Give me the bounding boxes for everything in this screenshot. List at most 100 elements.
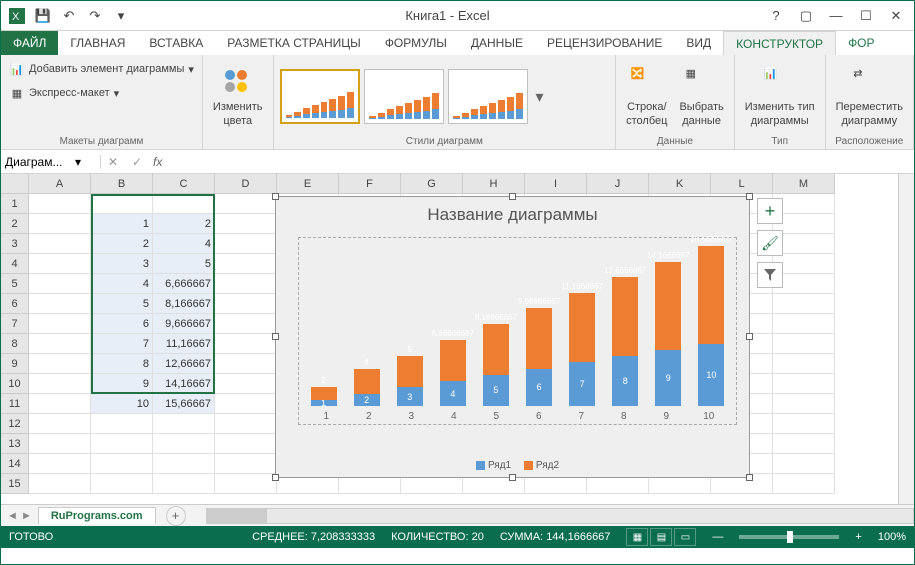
chart-elements-button[interactable]: +	[757, 198, 783, 224]
cell[interactable]	[29, 294, 91, 314]
column-header[interactable]: C	[153, 174, 215, 194]
cell[interactable]: 3	[91, 254, 153, 274]
cell[interactable]	[773, 394, 835, 414]
help-icon[interactable]: ?	[762, 5, 790, 27]
cell[interactable]	[215, 334, 277, 354]
cell[interactable]: 5	[91, 294, 153, 314]
select-data-button[interactable]: ▦Выбратьданные	[675, 65, 727, 129]
excel-icon[interactable]: X	[5, 5, 29, 27]
cell[interactable]: 4	[153, 234, 215, 254]
select-all-corner[interactable]	[1, 174, 29, 194]
cell[interactable]	[29, 314, 91, 334]
name-box-input[interactable]	[5, 155, 75, 169]
vertical-scrollbar[interactable]	[898, 174, 914, 504]
switch-row-col-button[interactable]: 🔀Строка/столбец	[622, 65, 671, 129]
cell[interactable]	[215, 314, 277, 334]
tab-review[interactable]: РЕЦЕНЗИРОВАНИЕ	[535, 31, 674, 55]
cell[interactable]	[29, 274, 91, 294]
row-header[interactable]: 5	[1, 274, 29, 294]
tab-view[interactable]: ВИД	[674, 31, 723, 55]
tab-file[interactable]: ФАЙЛ	[1, 31, 58, 55]
change-chart-type-button[interactable]: 📊Изменить типдиаграммы	[741, 65, 819, 129]
column-header[interactable]: B	[91, 174, 153, 194]
column-header[interactable]: G	[401, 174, 463, 194]
row-header[interactable]: 12	[1, 414, 29, 434]
cell[interactable]: 7	[91, 334, 153, 354]
cell[interactable]	[29, 394, 91, 414]
cell[interactable]	[215, 274, 277, 294]
row-header[interactable]: 14	[1, 454, 29, 474]
zoom-slider[interactable]	[739, 535, 839, 539]
cell[interactable]: 6	[91, 314, 153, 334]
row-header[interactable]: 8	[1, 334, 29, 354]
column-header[interactable]: E	[277, 174, 339, 194]
column-header[interactable]: F	[339, 174, 401, 194]
cell[interactable]	[215, 354, 277, 374]
tab-format[interactable]: ФОР	[836, 31, 886, 55]
cell[interactable]	[215, 394, 277, 414]
row-header[interactable]: 6	[1, 294, 29, 314]
zoom-in-button[interactable]: +	[855, 531, 861, 543]
resize-handle[interactable]	[272, 193, 279, 200]
row-header[interactable]: 13	[1, 434, 29, 454]
cell[interactable]	[29, 254, 91, 274]
cell[interactable]	[29, 214, 91, 234]
close-icon[interactable]: ✕	[882, 5, 910, 27]
cell[interactable]	[215, 194, 277, 214]
cell[interactable]	[773, 414, 835, 434]
add-sheet-button[interactable]: +	[166, 506, 186, 526]
row-header[interactable]: 4	[1, 254, 29, 274]
cell[interactable]	[29, 434, 91, 454]
cell[interactable]	[91, 194, 153, 214]
cell[interactable]	[91, 474, 153, 494]
cell[interactable]	[29, 194, 91, 214]
cell[interactable]	[215, 454, 277, 474]
row-header[interactable]: 2	[1, 214, 29, 234]
cell[interactable]	[773, 474, 835, 494]
normal-view-button[interactable]: ▦	[626, 528, 648, 546]
cell[interactable]	[215, 374, 277, 394]
cell[interactable]	[29, 334, 91, 354]
cell[interactable]: 2	[91, 234, 153, 254]
resize-handle[interactable]	[746, 193, 753, 200]
chart-style-thumb[interactable]	[448, 69, 528, 124]
minimize-icon[interactable]: —	[822, 5, 850, 27]
change-colors-button[interactable]: Изменить цвета	[209, 65, 267, 129]
resize-handle[interactable]	[509, 193, 516, 200]
cell[interactable]	[773, 294, 835, 314]
accept-formula-icon[interactable]: ✓	[125, 155, 149, 169]
chart-filters-button[interactable]	[757, 262, 783, 288]
cell[interactable]	[153, 194, 215, 214]
resize-handle[interactable]	[746, 333, 753, 340]
column-header[interactable]: I	[525, 174, 587, 194]
cell[interactable]	[773, 334, 835, 354]
cell[interactable]	[215, 214, 277, 234]
resize-handle[interactable]	[509, 474, 516, 481]
sheet-tab[interactable]: RuPrograms.com	[38, 507, 156, 524]
chart-title[interactable]: Название диаграммы	[276, 197, 749, 229]
column-header[interactable]: J	[587, 174, 649, 194]
tab-page-layout[interactable]: РАЗМЕТКА СТРАНИЦЫ	[215, 31, 373, 55]
cell[interactable]	[215, 414, 277, 434]
cell[interactable]: 5	[153, 254, 215, 274]
tab-insert[interactable]: ВСТАВКА	[137, 31, 215, 55]
cell[interactable]: 1	[91, 214, 153, 234]
row-header[interactable]: 11	[1, 394, 29, 414]
page-break-button[interactable]: ▭	[674, 528, 696, 546]
cell[interactable]: 15,66667	[153, 394, 215, 414]
chart-style-thumb[interactable]	[280, 69, 360, 124]
column-header[interactable]: M	[773, 174, 835, 194]
column-header[interactable]: D	[215, 174, 277, 194]
horizontal-scrollbar[interactable]	[206, 508, 914, 524]
cancel-formula-icon[interactable]: ✕	[101, 155, 125, 169]
cell[interactable]	[215, 234, 277, 254]
column-header[interactable]: L	[711, 174, 773, 194]
cell[interactable]: 10	[91, 394, 153, 414]
cell[interactable]	[153, 434, 215, 454]
row-header[interactable]: 3	[1, 234, 29, 254]
cell[interactable]: 9	[91, 374, 153, 394]
cell[interactable]	[91, 414, 153, 434]
cell[interactable]	[215, 254, 277, 274]
chart-style-thumb[interactable]	[364, 69, 444, 124]
column-header[interactable]: A	[29, 174, 91, 194]
